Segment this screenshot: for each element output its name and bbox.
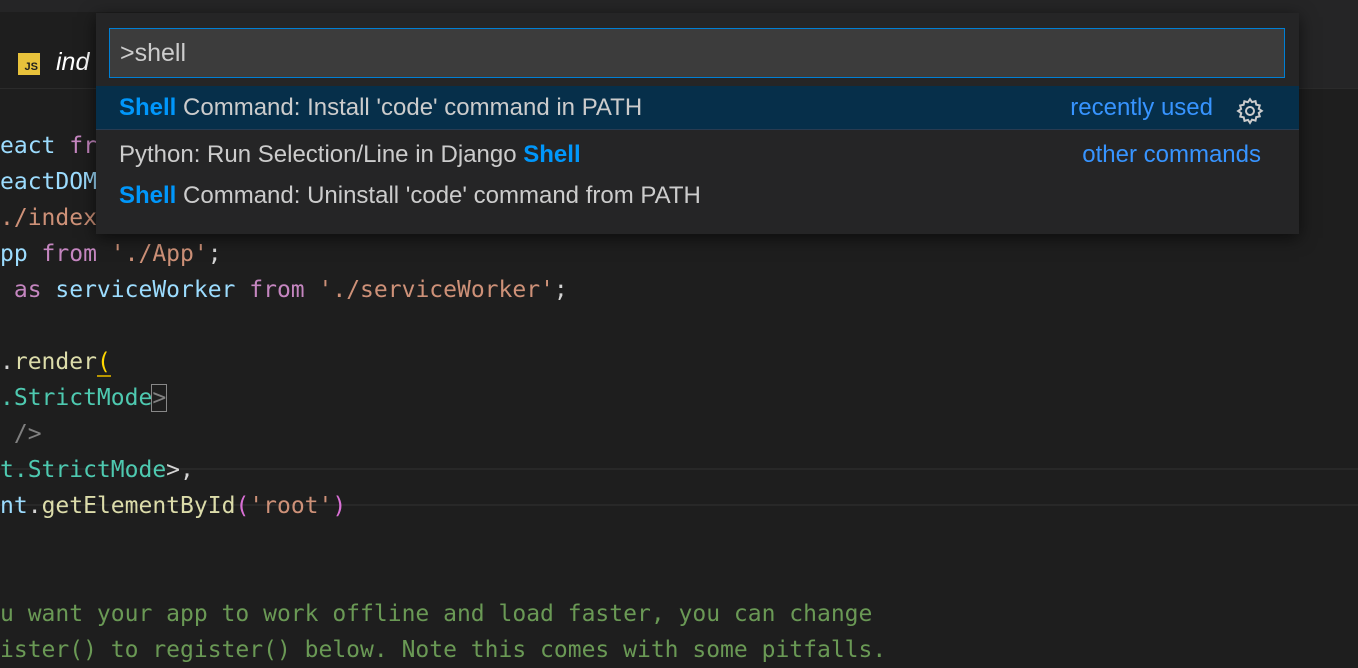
code-token: fr xyxy=(69,133,97,159)
code-token: ; xyxy=(207,241,222,267)
command-label: Shell Command: Install 'code' command in… xyxy=(119,86,642,129)
command-item-uninstall-code[interactable]: Shell Command: Uninstall 'code' command … xyxy=(96,176,1299,216)
code-line: .render( xyxy=(0,344,111,380)
code-token: ; xyxy=(553,277,568,303)
code-token: from xyxy=(249,277,319,303)
command-label-rest: Command: Install 'code' command in PATH xyxy=(176,94,643,121)
command-match-highlight: Shell xyxy=(119,94,177,121)
code-token: .StrictMode xyxy=(0,385,153,411)
code-token: from xyxy=(41,241,111,267)
command-label: Shell Command: Uninstall 'code' command … xyxy=(119,176,701,216)
code-token: ) xyxy=(332,493,347,519)
code-token: ( xyxy=(96,349,111,377)
code-line: eactDOM xyxy=(0,164,97,200)
code-line: nt.getElementById('root') xyxy=(0,488,346,524)
command-item-install-code[interactable]: Shell Command: Install 'code' command in… xyxy=(96,86,1299,129)
command-meta-other-commands: other commands xyxy=(1082,141,1261,168)
command-match-highlight: Shell xyxy=(119,182,177,209)
code-token: >, xyxy=(166,457,194,483)
code-token: './serviceWorker' xyxy=(318,277,554,303)
code-token: eact xyxy=(0,133,70,159)
code-token: render xyxy=(13,349,97,375)
code-line: /> xyxy=(0,416,42,452)
code-token: ./index xyxy=(0,205,97,231)
code-token: t.StrictMode xyxy=(0,457,167,483)
code-token: as xyxy=(0,277,56,303)
command-match-highlight: Shell xyxy=(523,141,581,168)
code-token: ister() to register() below. Note this c… xyxy=(0,637,887,663)
command-label: Python: Run Selection/Line in Django She… xyxy=(119,135,581,175)
code-line: .StrictMode> xyxy=(0,380,168,416)
command-palette-input[interactable] xyxy=(109,28,1285,78)
code-line: ./index xyxy=(0,200,97,236)
js-file-icon: JS xyxy=(18,53,40,75)
code-token: nt xyxy=(0,493,28,519)
command-item-django-shell[interactable]: Python: Run Selection/Line in Django She… xyxy=(96,135,1299,175)
code-token: './App' xyxy=(110,241,208,267)
command-label-rest: Command: Uninstall 'code' command from P… xyxy=(176,182,701,209)
code-line: t.StrictMode>, xyxy=(0,452,194,488)
code-token: pp xyxy=(0,241,42,267)
code-token: serviceWorker xyxy=(55,277,250,303)
code-token: . xyxy=(0,349,14,375)
gear-icon[interactable] xyxy=(1235,96,1265,126)
command-palette: Shell Command: Install 'code' command in… xyxy=(96,13,1299,234)
code-token: > xyxy=(151,384,168,412)
command-meta-recently-used: recently used xyxy=(1070,94,1213,121)
code-line: ister() to register() below. Note this c… xyxy=(0,632,886,668)
code-token: ( xyxy=(235,493,250,519)
code-token: getElementById xyxy=(41,493,236,519)
code-line: eact fr xyxy=(0,128,97,164)
command-label-prefix: Python: Run Selection/Line in Django xyxy=(119,141,524,168)
code-token: eactDOM xyxy=(0,169,97,195)
code-token: . xyxy=(27,493,42,519)
code-token: 'root' xyxy=(249,493,333,519)
tab-title: ind xyxy=(56,48,90,76)
palette-separator xyxy=(96,129,1299,130)
code-token: u want your app to work offline and load… xyxy=(0,601,873,627)
code-line: as serviceWorker from './serviceWorker'; xyxy=(0,272,568,308)
code-token: /> xyxy=(0,421,42,447)
code-line: u want your app to work offline and load… xyxy=(0,596,872,632)
code-line: pp from './App'; xyxy=(0,236,222,272)
